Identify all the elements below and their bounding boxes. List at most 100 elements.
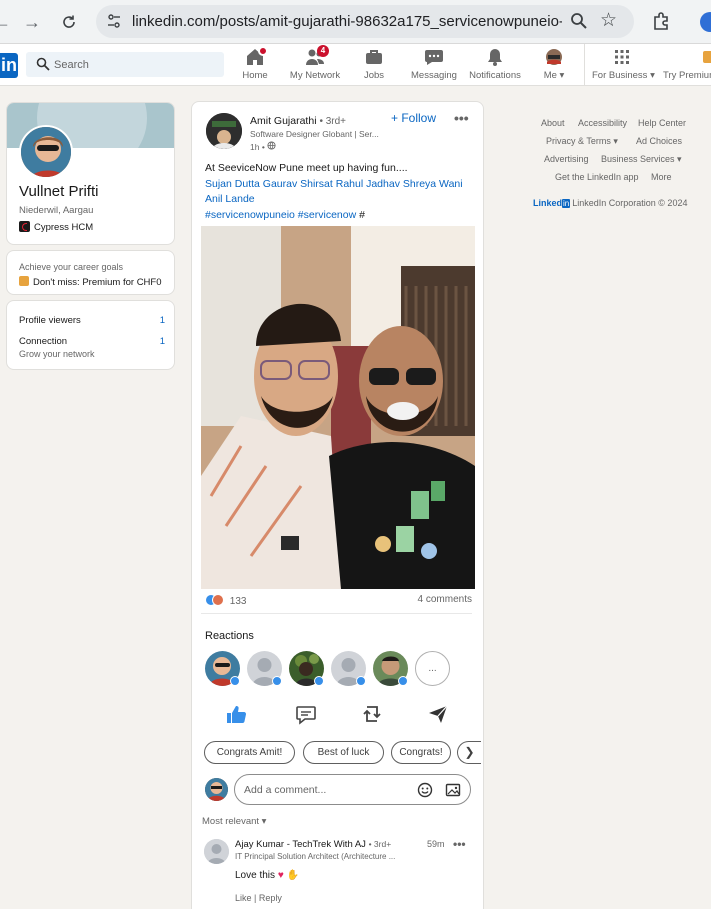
comment-text-body: Love this (235, 870, 276, 881)
footer-privacy-terms[interactable]: Privacy & Terms ▾ (546, 136, 618, 147)
nav-my-network[interactable]: 4 My Network (287, 45, 343, 84)
follow-button[interactable]: + Follow (391, 111, 436, 125)
reaction-summary[interactable]: 133 (205, 594, 246, 607)
quick-reply-chip[interactable]: Best of luck (303, 741, 384, 764)
url-text[interactable]: linkedin.com/posts/amit-gujarathi-98632a… (132, 13, 562, 30)
nav-jobs[interactable]: Jobs (360, 48, 388, 84)
footer-copyright: LinkedIn Corporation © 2024 (572, 198, 688, 208)
author-name[interactable]: Amit Gujarathi • 3rd+ (250, 115, 346, 127)
commenter-self-avatar (205, 778, 228, 801)
post-time-text: 1h • (250, 142, 265, 152)
reactor-like-icon (272, 676, 282, 686)
browser-profile-icon[interactable] (700, 12, 711, 32)
profile-viewers-count: 1 (159, 315, 165, 326)
profile-location: Niederwil, Aargau (19, 205, 94, 216)
commenter-name[interactable]: Ajay Kumar - TechTrek With AJ • 3rd+ (235, 839, 391, 850)
bookmark-star-icon[interactable]: ☆ (600, 9, 617, 32)
nav-notifications[interactable]: Notifications (467, 48, 523, 84)
post-more-button[interactable]: ••• (454, 110, 469, 126)
briefcase-icon (363, 48, 385, 68)
commenter-degree: • 3rd+ (368, 839, 392, 849)
address-bar[interactable]: linkedin.com/posts/amit-gujarathi-98632a… (96, 5, 634, 38)
footer-advertising[interactable]: Advertising (544, 154, 589, 164)
author-avatar[interactable] (206, 113, 242, 149)
like-icon[interactable] (224, 703, 248, 725)
footer-about[interactable]: About (541, 118, 565, 128)
messaging-icon (423, 48, 445, 68)
author-degree: • 3rd+ (319, 116, 347, 127)
zoom-icon[interactable] (570, 12, 588, 30)
nav-home-label: Home (242, 70, 268, 81)
connection-row[interactable]: Connection 1 (19, 336, 165, 347)
footer-accessibility[interactable]: Accessibility (578, 118, 627, 128)
bell-icon (484, 48, 506, 68)
nav-my-network-label: My Network (289, 70, 341, 81)
nav-me[interactable]: Me ▾ (539, 48, 569, 84)
footer-get-app[interactable]: Get the LinkedIn app (555, 172, 639, 182)
comment-actions: Like | Reply (235, 893, 282, 903)
nav-jobs-label: Jobs (363, 70, 385, 81)
quick-reply-chip[interactable]: Congrats! (391, 741, 451, 764)
comment-icon[interactable] (294, 703, 318, 725)
post-mentions[interactable]: Sujan Dutta Gaurav Shirsat Rahul Jadhav … (205, 177, 475, 208)
search-input[interactable] (54, 55, 214, 74)
author-name-text: Amit Gujarathi (250, 115, 317, 127)
comment-reply-button[interactable]: Reply (259, 893, 282, 903)
site-settings-icon[interactable] (106, 13, 122, 29)
comment-time: 59m (427, 839, 445, 849)
browser-toolbar: ← → linkedin.com/posts/amit-gujarathi-98… (0, 0, 711, 44)
extensions-icon[interactable] (650, 10, 672, 32)
profile-company[interactable]: Cypress HCM (19, 221, 93, 233)
comment-like-button[interactable]: Like (235, 893, 252, 903)
company-logo-icon (19, 221, 30, 232)
nav-home[interactable]: Home (240, 46, 270, 84)
nav-try-premium[interactable]: Try Premium (663, 48, 711, 84)
premium-icon (701, 48, 711, 68)
connection-sub: Grow your network (19, 349, 95, 359)
globe-icon (267, 141, 276, 150)
back-icon[interactable]: ← (0, 10, 14, 34)
emoji-icon[interactable] (417, 782, 433, 798)
my-network-icon: 4 (304, 45, 329, 68)
premium-card[interactable]: Achieve your career goals Don't miss: Pr… (6, 250, 175, 295)
profile-viewers-label: Profile viewers (19, 315, 81, 326)
nav-messaging-label: Messaging (411, 70, 457, 81)
repost-icon[interactable] (360, 703, 384, 725)
send-icon[interactable] (426, 703, 450, 725)
profile-viewers-row[interactable]: Profile viewers 1 (19, 315, 165, 326)
grid-icon (611, 48, 633, 68)
home-icon (244, 46, 268, 68)
commenter-avatar[interactable] (204, 839, 229, 864)
post-hashtags[interactable]: #servicenowpuneio #servicenow (205, 209, 356, 221)
more-reactors-button[interactable]: ... (415, 651, 450, 686)
footer-business-services[interactable]: Business Services ▾ (601, 154, 682, 165)
profile-avatar[interactable] (19, 125, 73, 179)
profile-name[interactable]: Vullnet Prifti (19, 183, 98, 200)
me-label-text: Me (543, 70, 557, 81)
footer-help-center[interactable]: Help Center (638, 118, 686, 128)
comment-sort[interactable]: Most relevant ▾ (202, 816, 266, 827)
comment-more-button[interactable]: ••• (453, 837, 466, 851)
business-label-text: For Business (592, 70, 648, 81)
reactions-title: Reactions (205, 630, 254, 642)
linkedin-logo[interactable]: in (0, 53, 18, 78)
nav-for-business[interactable]: For Business ▾ (592, 48, 655, 84)
image-icon[interactable] (445, 782, 461, 798)
footer-ad-choices[interactable]: Ad Choices (636, 136, 682, 146)
reactor-like-icon (398, 676, 408, 686)
premium-cta[interactable]: Don't miss: Premium for CHF0 (19, 276, 162, 288)
chip-next-icon[interactable]: ❯ (457, 741, 481, 764)
forward-icon[interactable]: → (20, 10, 44, 34)
clap-emoji-icon: ✋ (286, 870, 299, 881)
comment-input[interactable] (244, 781, 404, 799)
quick-reply-chip[interactable]: Congrats Amit! (204, 741, 295, 764)
reactor-like-icon (230, 676, 240, 686)
footer-more[interactable]: More (651, 172, 672, 182)
nav-messaging[interactable]: Messaging (410, 48, 458, 84)
notification-dot (258, 46, 268, 56)
reload-icon[interactable] (57, 10, 81, 34)
comment-box[interactable] (234, 774, 471, 805)
post-image[interactable] (201, 226, 475, 589)
search-bar[interactable] (26, 52, 224, 77)
comments-count[interactable]: 4 comments (418, 594, 472, 605)
